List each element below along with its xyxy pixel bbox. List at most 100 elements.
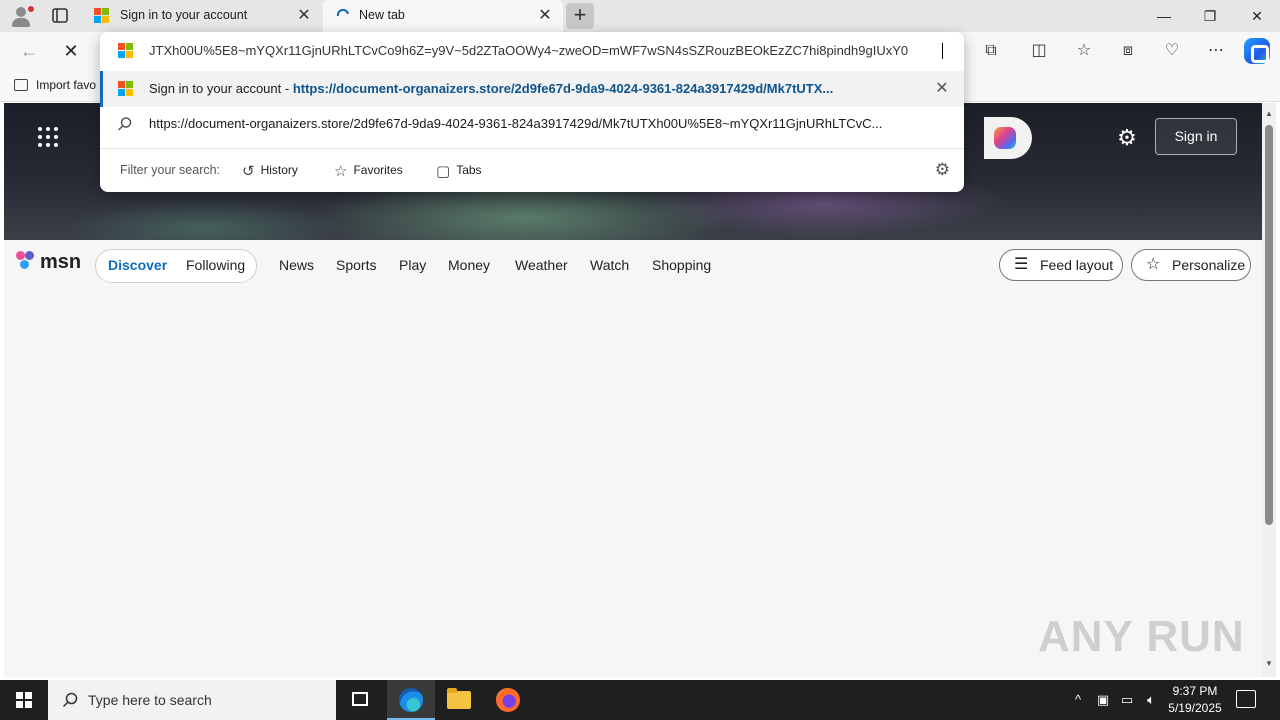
profile-avatar-icon[interactable] bbox=[8, 4, 34, 28]
file-explorer-button[interactable] bbox=[435, 680, 483, 720]
notifications-icon[interactable] bbox=[1236, 690, 1256, 708]
import-favorites-link[interactable]: Import favo bbox=[14, 78, 96, 92]
network-icon[interactable]: ▭ bbox=[1117, 680, 1137, 720]
task-view-icon bbox=[352, 692, 368, 706]
filter-label: Filter your search: bbox=[120, 163, 221, 177]
personalize-button[interactable]: ☆ Personalize bbox=[1131, 249, 1251, 281]
tab-actions-icon[interactable] bbox=[46, 6, 74, 26]
suggestion-title: Sign in to your account bbox=[149, 81, 282, 96]
site-favicon-icon bbox=[118, 43, 134, 59]
suggestion-separator: - bbox=[281, 81, 293, 96]
favorites-star-icon[interactable]: ☆ bbox=[1068, 36, 1100, 66]
sliders-icon: ☰ bbox=[1014, 256, 1029, 273]
filter-history[interactable]: ↺ History bbox=[242, 162, 298, 180]
windows-logo-icon bbox=[16, 692, 32, 708]
volume-icon[interactable]: 🔈︎ bbox=[1141, 680, 1161, 720]
msn-logo-text: msn bbox=[40, 251, 82, 273]
tab-new-tab[interactable]: New tab ✕ bbox=[323, 0, 563, 32]
nav-play[interactable]: Play bbox=[399, 257, 426, 273]
nav-sports[interactable]: Sports bbox=[336, 257, 376, 273]
taskbar-clock[interactable]: 9:37 PM 5/19/2025 bbox=[1165, 683, 1225, 717]
start-button[interactable] bbox=[0, 680, 48, 720]
address-bar-dropdown: JTXh00U%5E8~mYQXr11GjnURhLTCvCo9h6Z=y9V~… bbox=[100, 32, 964, 192]
show-hidden-icons-icon[interactable]: ^ bbox=[1068, 680, 1088, 720]
filter-history-label: History bbox=[260, 163, 298, 177]
extensions-icon[interactable]: ⧉ bbox=[975, 36, 1007, 66]
import-favorites-label: Import favo bbox=[36, 78, 97, 92]
loading-spinner-icon bbox=[336, 8, 349, 17]
minimize-icon[interactable]: — bbox=[1141, 0, 1187, 32]
text-caret bbox=[942, 43, 943, 59]
close-tab-icon[interactable]: ✕ bbox=[294, 6, 314, 26]
clock-time: 9:37 PM bbox=[1172, 684, 1218, 698]
edge-icon bbox=[399, 688, 423, 712]
star-icon: ☆ bbox=[334, 163, 348, 180]
tab-title: New tab bbox=[359, 8, 405, 22]
nav-news[interactable]: News bbox=[279, 257, 314, 273]
microsoft-logo-icon bbox=[94, 8, 110, 24]
filter-favorites[interactable]: ☆ Favorites bbox=[334, 162, 403, 180]
taskbar-search-placeholder: Type here to search bbox=[88, 692, 212, 708]
remove-suggestion-icon[interactable]: ✕ bbox=[932, 79, 952, 99]
scroll-down-icon[interactable]: ▼ bbox=[1264, 659, 1274, 669]
firefox-icon bbox=[496, 688, 520, 712]
clock-date: 5/19/2025 bbox=[1168, 701, 1222, 715]
nav-weather[interactable]: Weather bbox=[515, 257, 568, 273]
app-launcher-icon[interactable] bbox=[38, 127, 58, 147]
copilot-search-icon[interactable] bbox=[984, 117, 1032, 159]
windows-taskbar: Type here to search ^ ▣ ▭ 🔈︎ 9:37 PM 5/1… bbox=[0, 680, 1280, 720]
microsoft-logo-icon bbox=[118, 81, 134, 97]
feed-layout-button[interactable]: ☰ Feed layout bbox=[999, 249, 1123, 281]
suggestion-url: https://document-organaizers.store/2d9fe… bbox=[292, 81, 834, 96]
address-bar[interactable]: JTXh00U%5E8~mYQXr11GjnURhLTCvCo9h6Z=y9V~… bbox=[100, 32, 964, 70]
restore-icon[interactable]: ❐ bbox=[1187, 0, 1233, 32]
sign-in-button[interactable]: Sign in bbox=[1155, 118, 1237, 155]
collections-icon[interactable]: ⧈ bbox=[1112, 36, 1144, 66]
page-scrollbar[interactable]: ▲ ▼ bbox=[1262, 103, 1276, 677]
task-view-button[interactable] bbox=[336, 680, 384, 720]
personalize-label: Personalize bbox=[1172, 257, 1246, 273]
stop-loading-icon[interactable]: ✕ bbox=[56, 36, 86, 66]
tab-title: Sign in to your account bbox=[120, 8, 248, 22]
search-icon bbox=[117, 117, 132, 131]
discover-tab[interactable]: Discover bbox=[108, 257, 167, 273]
import-icon bbox=[14, 79, 28, 91]
back-arrow-icon[interactable]: ← bbox=[14, 36, 44, 66]
nav-shopping[interactable]: Shopping bbox=[652, 257, 711, 273]
suggestion-search-text: https://document-organaizers.store/2d9fe… bbox=[149, 116, 883, 131]
settings-gear-icon[interactable]: ⚙ bbox=[1114, 125, 1140, 151]
sparkle-icon: ☆ bbox=[1146, 256, 1161, 273]
title-bar: Sign in to your account ✕ New tab ✕ + — … bbox=[0, 0, 1280, 32]
taskbar-search[interactable]: Type here to search bbox=[48, 680, 336, 720]
feed-layout-label: Feed layout bbox=[1040, 257, 1114, 273]
nav-money[interactable]: Money bbox=[448, 257, 490, 273]
msn-logo[interactable]: msn bbox=[16, 251, 81, 275]
suggestion-search-url[interactable]: https://document-organaizers.store/2d9fe… bbox=[100, 106, 964, 142]
edge-taskbar-button[interactable] bbox=[387, 680, 435, 720]
search-filters: Filter your search: ↺ History ☆ Favorites … bbox=[100, 148, 964, 192]
anyrun-watermark: ANY RUN bbox=[1038, 612, 1245, 661]
split-screen-icon[interactable]: ◫ bbox=[1023, 36, 1055, 66]
following-tab[interactable]: Following bbox=[186, 257, 245, 273]
more-options-icon[interactable]: ⋯ bbox=[1200, 36, 1232, 66]
new-tab-button[interactable]: + bbox=[566, 3, 594, 29]
close-tab-icon[interactable]: ✕ bbox=[535, 6, 555, 26]
browser-essentials-icon[interactable]: ♡ bbox=[1156, 36, 1188, 66]
copilot-icon[interactable] bbox=[1244, 38, 1270, 64]
close-window-icon[interactable]: ✕ bbox=[1234, 0, 1280, 32]
search-settings-gear-icon[interactable]: ⚙ bbox=[935, 160, 950, 180]
scroll-up-icon[interactable]: ▲ bbox=[1264, 109, 1274, 119]
address-input-text[interactable]: JTXh00U%5E8~mYQXr11GjnURhLTCvCo9h6Z=y9V~… bbox=[149, 43, 944, 58]
folder-icon bbox=[447, 688, 471, 709]
nav-watch[interactable]: Watch bbox=[590, 257, 629, 273]
filter-favorites-label: Favorites bbox=[353, 163, 403, 177]
tab-sign-in[interactable]: Sign in to your account ✕ bbox=[84, 0, 322, 32]
firefox-button[interactable] bbox=[484, 680, 532, 720]
feed-toggle: Discover Following bbox=[95, 249, 257, 283]
scroll-thumb[interactable] bbox=[1265, 125, 1273, 525]
filter-tabs-label: Tabs bbox=[456, 163, 482, 177]
msn-nav-bar: msn Discover Following News Sports Play … bbox=[4, 240, 1262, 290]
device-icon[interactable]: ▣ bbox=[1094, 680, 1112, 720]
filter-tabs[interactable]: ▢ Tabs bbox=[436, 162, 482, 180]
suggestion-sign-in[interactable]: Sign in to your account - https://docume… bbox=[100, 71, 964, 107]
